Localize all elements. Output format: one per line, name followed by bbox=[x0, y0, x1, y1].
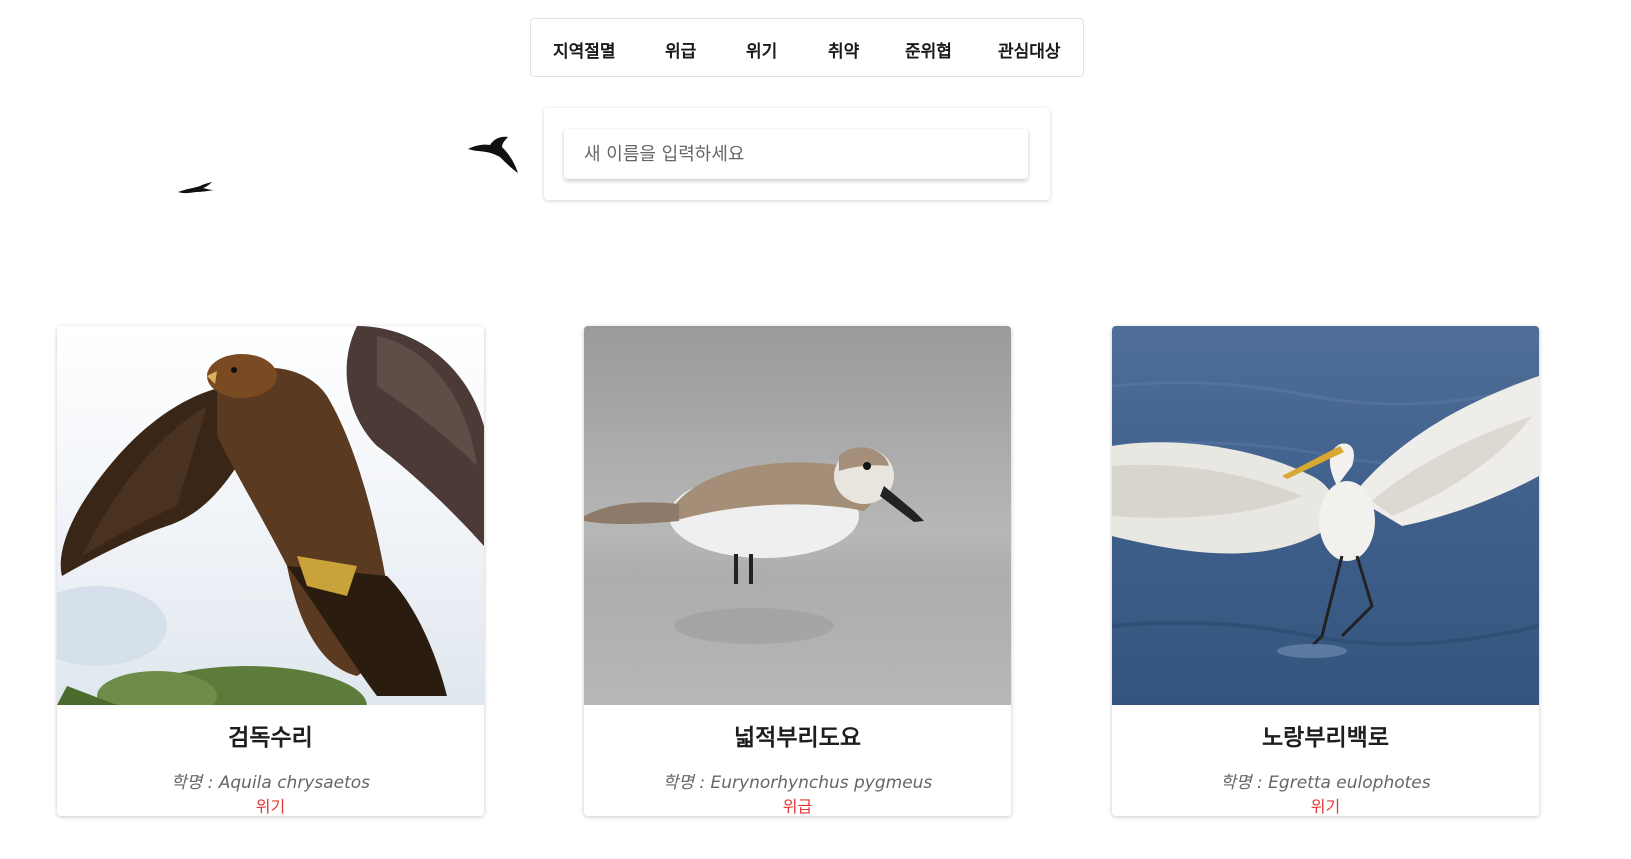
bird-name: 넓적부리도요 bbox=[734, 725, 861, 751]
bird-card[interactable]: 검독수리 학명 : Aquila chrysaetos 위기 bbox=[57, 326, 484, 816]
bird-name: 검독수리 bbox=[228, 725, 313, 751]
chinese-egret-photo bbox=[1112, 326, 1539, 705]
golden-eagle-photo bbox=[57, 326, 484, 705]
search-panel bbox=[544, 108, 1050, 200]
spoon-billed-sandpiper-photo bbox=[584, 326, 1011, 705]
scientific-name: 학명 : Aquila chrysaetos bbox=[170, 773, 371, 793]
category-tabs: 지역절멸 위급 위기 취약 준위협 관심대상 bbox=[530, 18, 1084, 77]
flying-bird-large-icon bbox=[468, 136, 518, 173]
scientific-name: 학명 : Egretta eulophotes bbox=[1220, 773, 1431, 793]
tab-endangered[interactable]: 위기 bbox=[746, 37, 777, 62]
tab-critically-endangered[interactable]: 위급 bbox=[665, 37, 696, 62]
tab-near-threatened[interactable]: 준위협 bbox=[905, 37, 952, 62]
scientific-name: 학명 : Eurynorhynchus pygmeus bbox=[662, 773, 933, 793]
page: 지역절멸 위급 위기 취약 준위협 관심대상 새 이름을 입력하세요 검독수리 … bbox=[0, 0, 1631, 859]
tab-least-concern[interactable]: 관심대상 bbox=[998, 37, 1061, 62]
status-badge: 위기 bbox=[1310, 797, 1341, 816]
name-search-input[interactable] bbox=[564, 129, 1028, 179]
status-badge: 위급 bbox=[782, 797, 813, 816]
tab-vulnerable[interactable]: 취약 bbox=[828, 37, 859, 62]
bird-card[interactable]: 노랑부리백로 학명 : Egretta eulophotes 위기 bbox=[1112, 326, 1539, 816]
bird-name: 노랑부리백로 bbox=[1262, 725, 1389, 751]
tab-regionally-extinct[interactable]: 지역절멸 bbox=[553, 37, 616, 62]
status-badge: 위기 bbox=[255, 797, 286, 816]
bird-card[interactable]: 넓적부리도요 학명 : Eurynorhynchus pygmeus 위급 bbox=[584, 326, 1011, 816]
flying-bird-small-icon bbox=[178, 182, 214, 194]
